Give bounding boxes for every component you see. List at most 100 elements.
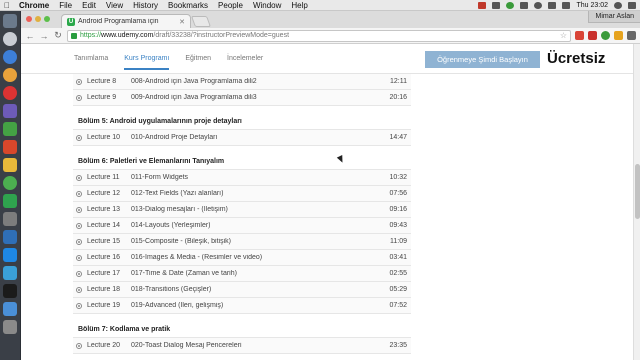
lecture-number: Lecture 13 bbox=[87, 206, 121, 213]
menu-app-name[interactable]: Chrome bbox=[14, 0, 54, 11]
app-icon[interactable] bbox=[3, 140, 17, 154]
firefox-icon[interactable] bbox=[3, 68, 17, 82]
lecture-row[interactable]: Lecture 14 014-Layouts (Yerleşimler) 09:43 bbox=[73, 218, 411, 234]
lecture-row[interactable]: Lecture 12 012-Text Fields (Yazı alanları… bbox=[73, 186, 411, 202]
reload-icon[interactable]: ↻ bbox=[53, 30, 63, 41]
finder-icon[interactable] bbox=[3, 14, 17, 28]
app-store-icon[interactable] bbox=[3, 248, 17, 262]
notes-icon[interactable] bbox=[3, 158, 17, 172]
tab-title: Android Programlama için bbox=[78, 18, 159, 25]
play-circle-icon bbox=[76, 286, 82, 293]
wifi-icon[interactable] bbox=[534, 1, 543, 9]
lecture-number: Lecture 8 bbox=[87, 78, 117, 85]
apple-menu-icon[interactable]:  bbox=[0, 0, 14, 11]
tab-tanimlama[interactable]: Tanımlama bbox=[74, 44, 108, 74]
new-tab-button[interactable] bbox=[190, 16, 212, 27]
downloads-icon[interactable] bbox=[3, 302, 17, 316]
extension-icon-1[interactable] bbox=[575, 31, 584, 40]
play-circle-icon bbox=[76, 94, 82, 101]
play-circle-icon bbox=[76, 342, 82, 349]
minimize-window-button[interactable] bbox=[35, 16, 41, 22]
profile-button[interactable]: Mimar Aslan bbox=[588, 11, 640, 23]
lecture-row[interactable]: Lecture 9 009-Android için Java Programla… bbox=[73, 90, 411, 106]
lecture-number: Lecture 20 bbox=[87, 342, 121, 349]
bookmark-star-icon[interactable]: ☆ bbox=[560, 31, 567, 40]
address-bar[interactable]: https://www.udemy.com/draft/33238/?instr… bbox=[67, 29, 571, 42]
mac-menubar:  Chrome File Edit View History Bookmark… bbox=[0, 0, 640, 11]
bluetooth-icon[interactable] bbox=[520, 1, 529, 9]
messages-icon[interactable] bbox=[3, 194, 17, 208]
enroll-button[interactable]: Öğrenmeye Şimdi Başlayın bbox=[425, 51, 540, 68]
back-icon[interactable]: ← bbox=[25, 31, 35, 41]
lecture-duration: 05:29 bbox=[389, 286, 407, 293]
lecture-row[interactable]: Lecture 15 015-Composite - (Bileşik, biti… bbox=[73, 234, 411, 250]
spotlight-search-icon[interactable] bbox=[614, 1, 622, 9]
lecture-title: 016-Images & Media - (Resimler ve video) bbox=[131, 254, 263, 261]
lecture-row[interactable]: Lecture 13 013-Dialog mesajları - (İletiş… bbox=[73, 202, 411, 218]
extension-icon-3[interactable] bbox=[601, 31, 610, 40]
lecture-duration: 07:56 bbox=[389, 190, 407, 197]
menu-view[interactable]: View bbox=[101, 0, 128, 11]
tab-egitmen[interactable]: Eğitmen bbox=[185, 44, 211, 74]
notification-center-icon[interactable] bbox=[628, 1, 636, 9]
play-circle-icon bbox=[76, 238, 82, 245]
dropbox-icon[interactable] bbox=[492, 1, 501, 9]
window-controls bbox=[26, 16, 50, 22]
lecture-title: 013-Dialog mesajları - (İletişim) bbox=[131, 206, 228, 213]
battery-icon[interactable] bbox=[562, 1, 571, 9]
tab-kurs-programi[interactable]: Kurs Programı bbox=[124, 44, 170, 74]
chrome-window: U Android Programlama için ✕ Mimar Aslan… bbox=[21, 11, 640, 360]
scrollbar-thumb[interactable] bbox=[635, 164, 640, 219]
menu-help[interactable]: Help bbox=[286, 0, 312, 11]
tab-incelemeler[interactable]: İncelemeler bbox=[227, 44, 263, 74]
lecture-row[interactable]: Lecture 19 019-Advanced (İleri, gelişmiş)… bbox=[73, 298, 411, 314]
menu-window[interactable]: Window bbox=[248, 0, 286, 11]
safari-icon[interactable] bbox=[3, 50, 17, 64]
sync-icon[interactable] bbox=[506, 1, 515, 9]
menu-bookmarks[interactable]: Bookmarks bbox=[163, 0, 213, 11]
menu-people[interactable]: People bbox=[213, 0, 248, 11]
lecture-title: 011-Form Widgets bbox=[131, 174, 189, 181]
lecture-duration: 09:16 bbox=[389, 206, 407, 213]
page-scrollbar[interactable] bbox=[633, 44, 640, 360]
lecture-title: 009-Android için Java Programlama dili3 bbox=[131, 94, 257, 101]
opera-icon[interactable] bbox=[3, 86, 17, 100]
lecture-duration: 03:41 bbox=[389, 254, 407, 261]
menubar-clock[interactable]: Thu 23:02 bbox=[576, 0, 608, 11]
lecture-number: Lecture 17 bbox=[87, 270, 121, 277]
chrome-icon[interactable] bbox=[3, 176, 17, 190]
launchpad-icon[interactable] bbox=[3, 32, 17, 46]
preferences-icon[interactable] bbox=[3, 212, 17, 226]
browser-toolbar: ← → ↻ https://www.udemy.com/draft/33238/… bbox=[21, 28, 640, 44]
terminal-icon[interactable] bbox=[3, 284, 17, 298]
browser-tab[interactable]: U Android Programlama için ✕ bbox=[61, 14, 191, 28]
close-tab-icon[interactable]: ✕ bbox=[179, 18, 185, 26]
volume-icon[interactable] bbox=[548, 1, 557, 9]
zoom-window-button[interactable] bbox=[44, 16, 50, 22]
lecture-row[interactable]: Lecture 18 018-Transitions (Geçişler) 05:2… bbox=[73, 282, 411, 298]
trash-icon[interactable] bbox=[3, 320, 17, 334]
extension-icon-2[interactable] bbox=[588, 31, 597, 40]
lecture-row[interactable]: Lecture 8 008-Android için Java Programla… bbox=[73, 74, 411, 90]
lecture-duration: 11:09 bbox=[390, 238, 407, 245]
play-circle-icon bbox=[76, 270, 82, 277]
menu-file[interactable]: File bbox=[54, 0, 77, 11]
lecture-duration: 02:55 bbox=[389, 270, 407, 277]
finder-folder-icon[interactable] bbox=[3, 266, 17, 280]
play-circle-icon bbox=[76, 302, 82, 309]
menu-edit[interactable]: Edit bbox=[77, 0, 101, 11]
forward-icon[interactable]: → bbox=[39, 31, 49, 41]
android-studio-icon[interactable] bbox=[3, 122, 17, 136]
lecture-row[interactable]: Lecture 16 016-Images & Media - (Resimler… bbox=[73, 250, 411, 266]
lecture-title: 019-Advanced (İleri, gelişmiş) bbox=[131, 302, 224, 309]
close-window-button[interactable] bbox=[26, 16, 32, 22]
record-icon[interactable] bbox=[478, 1, 487, 9]
extension-icon-4[interactable] bbox=[614, 31, 623, 40]
viber-icon[interactable] bbox=[3, 104, 17, 118]
play-circle-icon bbox=[76, 254, 82, 261]
chrome-menu-icon[interactable] bbox=[627, 31, 636, 40]
url-host: www.udemy.com bbox=[101, 32, 154, 39]
menu-history[interactable]: History bbox=[128, 0, 163, 11]
xcode-icon[interactable] bbox=[3, 230, 17, 244]
lecture-row[interactable]: Lecture 17 017-Time & Date (Zaman ve tari… bbox=[73, 266, 411, 282]
